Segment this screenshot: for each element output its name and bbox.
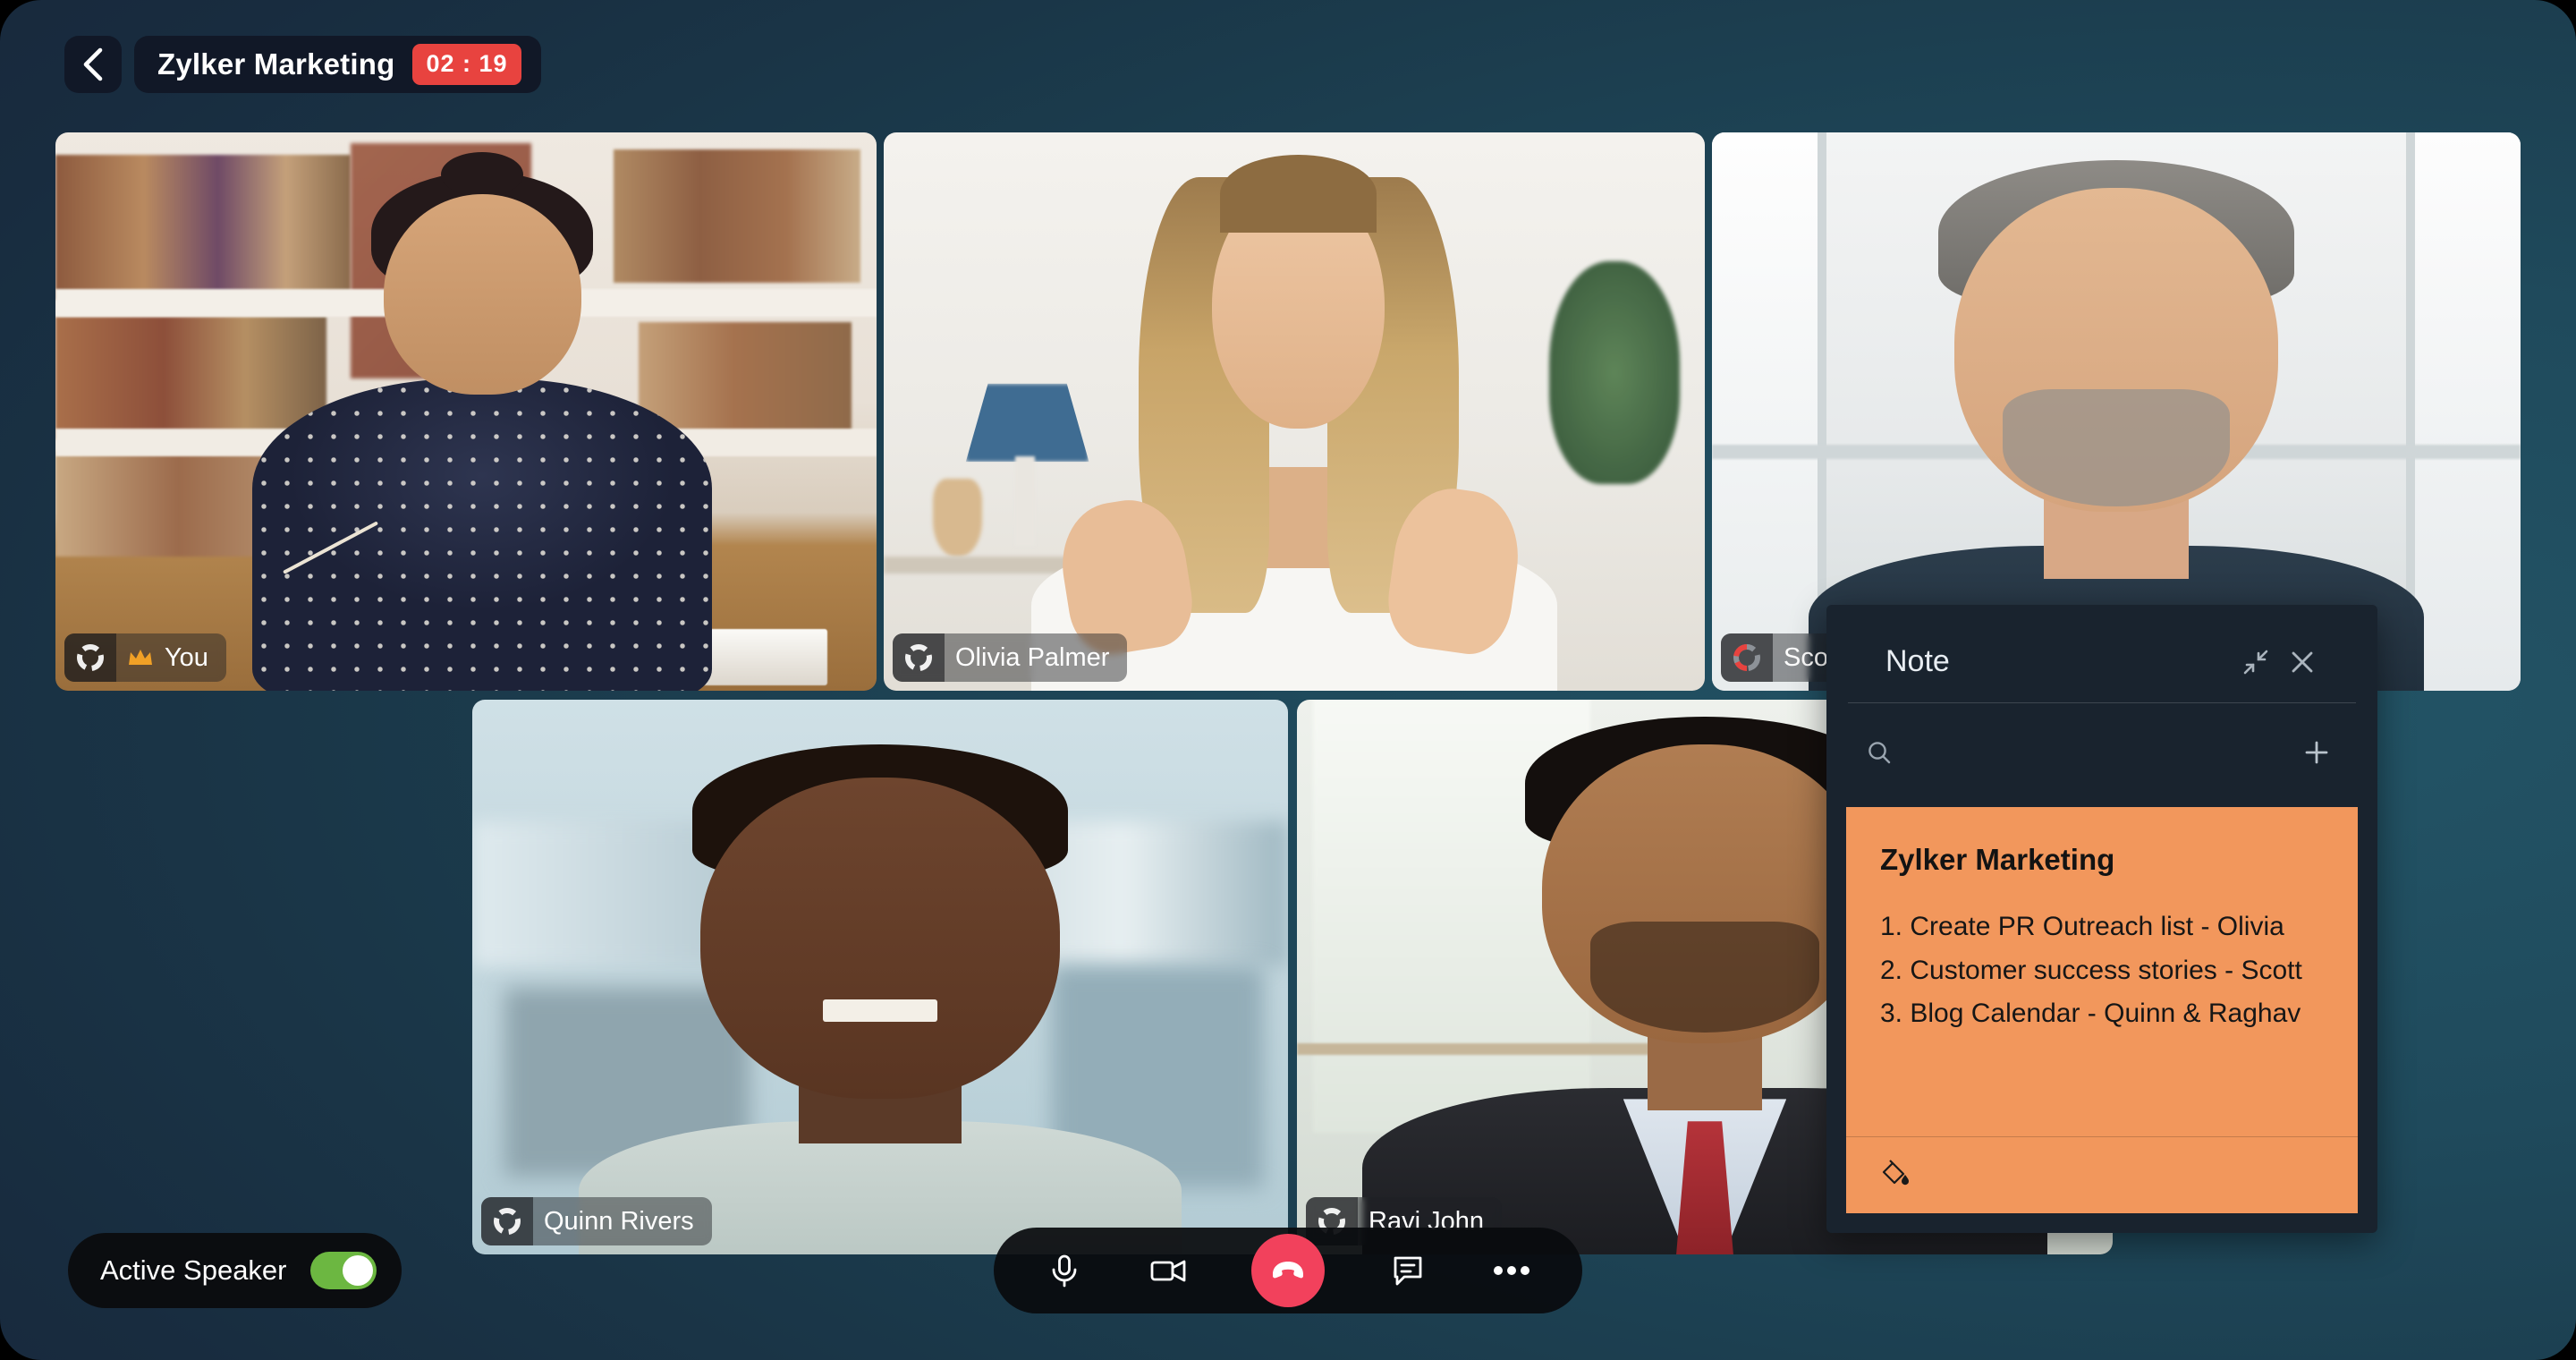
video-tile-you[interactable]: You: [55, 132, 877, 691]
note-card-body: Zylker Marketing 1. Create PR Outreach l…: [1846, 807, 2358, 1136]
meeting-timer-badge: 02 : 19: [412, 44, 521, 85]
note-panel-header: Note: [1848, 621, 2356, 703]
video-feed: [472, 700, 1288, 1254]
meeting-stage: Zylker Marketing 02 : 19 You Olivia Palm…: [0, 0, 2576, 1360]
participant-name: You: [165, 642, 208, 672]
audio-ring-icon: [1721, 633, 1773, 682]
list-item: 1. Create PR Outreach list - Olivia: [1880, 912, 2284, 941]
note-card-list: 1. Create PR Outreach list - Olivia 2. C…: [1880, 905, 2324, 1036]
collapse-arrows-icon[interactable]: [2233, 639, 2279, 685]
audio-ring-icon: [893, 633, 945, 682]
active-speaker-label: Active Speaker: [100, 1254, 287, 1286]
note-panel-title: Note: [1885, 644, 1950, 678]
note-search-row: [1826, 703, 2377, 802]
add-note-button[interactable]: [2293, 729, 2340, 776]
participant-name-chip: Olivia Palmer: [893, 633, 1128, 682]
video-tile-olivia-palmer[interactable]: Olivia Palmer: [884, 132, 1705, 691]
list-item: 2. Customer success stories - Scott: [1880, 955, 2302, 985]
video-camera-icon[interactable]: [1137, 1239, 1199, 1302]
note-card[interactable]: Zylker Marketing 1. Create PR Outreach l…: [1846, 807, 2358, 1213]
host-crown-icon: [127, 647, 154, 668]
microphone-icon[interactable]: [1033, 1239, 1096, 1302]
search-icon: [1866, 739, 1893, 766]
participant-name: Olivia Palmer: [955, 642, 1110, 672]
close-icon[interactable]: [2279, 639, 2326, 685]
video-feed: [884, 132, 1705, 691]
app-root: Zylker Marketing 02 : 19 You Olivia Palm…: [0, 0, 2576, 1360]
active-speaker-switch[interactable]: [309, 1252, 377, 1289]
meeting-title-pill: Zylker Marketing 02 : 19: [134, 36, 541, 93]
chat-bubble-icon[interactable]: [1377, 1239, 1439, 1302]
page-title: Zylker Marketing: [157, 47, 395, 81]
note-search-input[interactable]: [1909, 738, 2277, 767]
list-item: 3. Blog Calendar - Quinn & Raghav: [1880, 999, 2301, 1029]
call-control-bar: [994, 1228, 1582, 1313]
note-card-heading: Zylker Marketing: [1880, 843, 2115, 876]
video-feed: [55, 132, 877, 691]
note-panel: Note Zylker Marketing 1. Create PR Outre…: [1826, 605, 2377, 1233]
participant-name-chip: Quinn Rivers: [481, 1197, 712, 1245]
more-dots-icon[interactable]: [1480, 1239, 1543, 1302]
back-button[interactable]: [64, 36, 122, 93]
audio-ring-icon: [64, 633, 116, 682]
active-speaker-toggle[interactable]: Active Speaker: [68, 1233, 402, 1308]
end-call-button[interactable]: [1251, 1234, 1325, 1307]
video-tile-quinn-rivers[interactable]: Quinn Rivers: [472, 700, 1288, 1254]
chevron-left-icon: [83, 47, 103, 81]
paint-bucket-icon[interactable]: [1880, 1157, 1912, 1194]
note-card-footer: [1846, 1136, 2358, 1213]
phone-hangup-icon: [1273, 1262, 1303, 1279]
meeting-header: Zylker Marketing 02 : 19: [64, 36, 541, 93]
audio-ring-icon: [481, 1197, 533, 1245]
participant-name-chip: You: [64, 633, 226, 682]
participant-name: Quinn Rivers: [544, 1206, 694, 1236]
